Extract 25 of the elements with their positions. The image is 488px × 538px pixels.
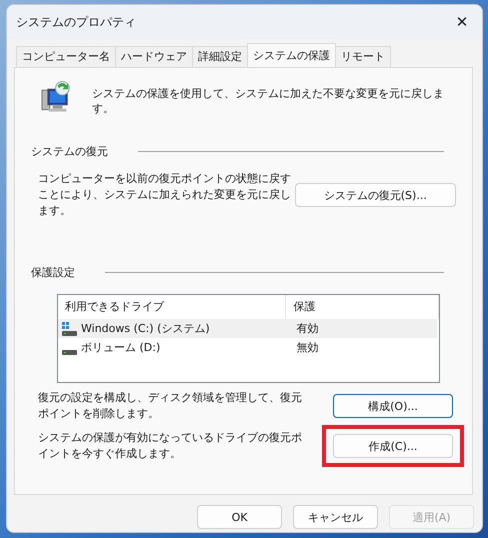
dialog-button[interactable]: キャンセル bbox=[293, 505, 378, 529]
tab[interactable]: システムの保護 bbox=[247, 43, 336, 67]
restore-computer-icon bbox=[41, 80, 72, 114]
drive-name: Windows (C:) (システム) bbox=[81, 321, 210, 336]
action-button[interactable]: 作成(C)... bbox=[333, 434, 453, 458]
group-title: 保護設定 bbox=[31, 265, 75, 280]
intro-text: システムの保護を使用して、システムに加えた不要な変更を元に戻します。 bbox=[92, 86, 446, 116]
close-button[interactable]: ✕ bbox=[450, 13, 474, 31]
description-text: 復元の設定を構成し、ディスク領域を管理して、復元ポイントを削除します。 bbox=[38, 390, 303, 422]
drive-icon bbox=[62, 350, 77, 354]
drive-row[interactable]: Windows (C:) (システム) 有効 bbox=[58, 319, 437, 338]
tab[interactable]: コンピューター名 bbox=[16, 46, 116, 67]
protection-status: 無効 bbox=[295, 340, 318, 355]
protection-status: 有効 bbox=[295, 321, 318, 336]
dialog-button[interactable]: OK bbox=[197, 505, 282, 529]
description-text: システムの保護が有効になっているドライブの復元ポイントを今すぐ作成します。 bbox=[38, 430, 303, 462]
group-title: システムの復元 bbox=[31, 144, 108, 159]
system-restore-button[interactable]: システムの復元(S)... bbox=[294, 183, 456, 207]
system-drive-icon bbox=[62, 322, 77, 336]
action-button[interactable]: 構成(O)... bbox=[333, 394, 453, 418]
drive-row[interactable]: ボリューム (D:) 無効 bbox=[58, 338, 437, 357]
drive-name: ボリューム (D:) bbox=[81, 340, 160, 355]
window-title: システムのプロパティ bbox=[16, 14, 136, 30]
tab[interactable]: リモート bbox=[335, 46, 391, 67]
description-text: コンピューターを以前の復元ポイントの状態に戻すことにより、システムに加えられた変更を元に戻します。 bbox=[38, 171, 292, 219]
